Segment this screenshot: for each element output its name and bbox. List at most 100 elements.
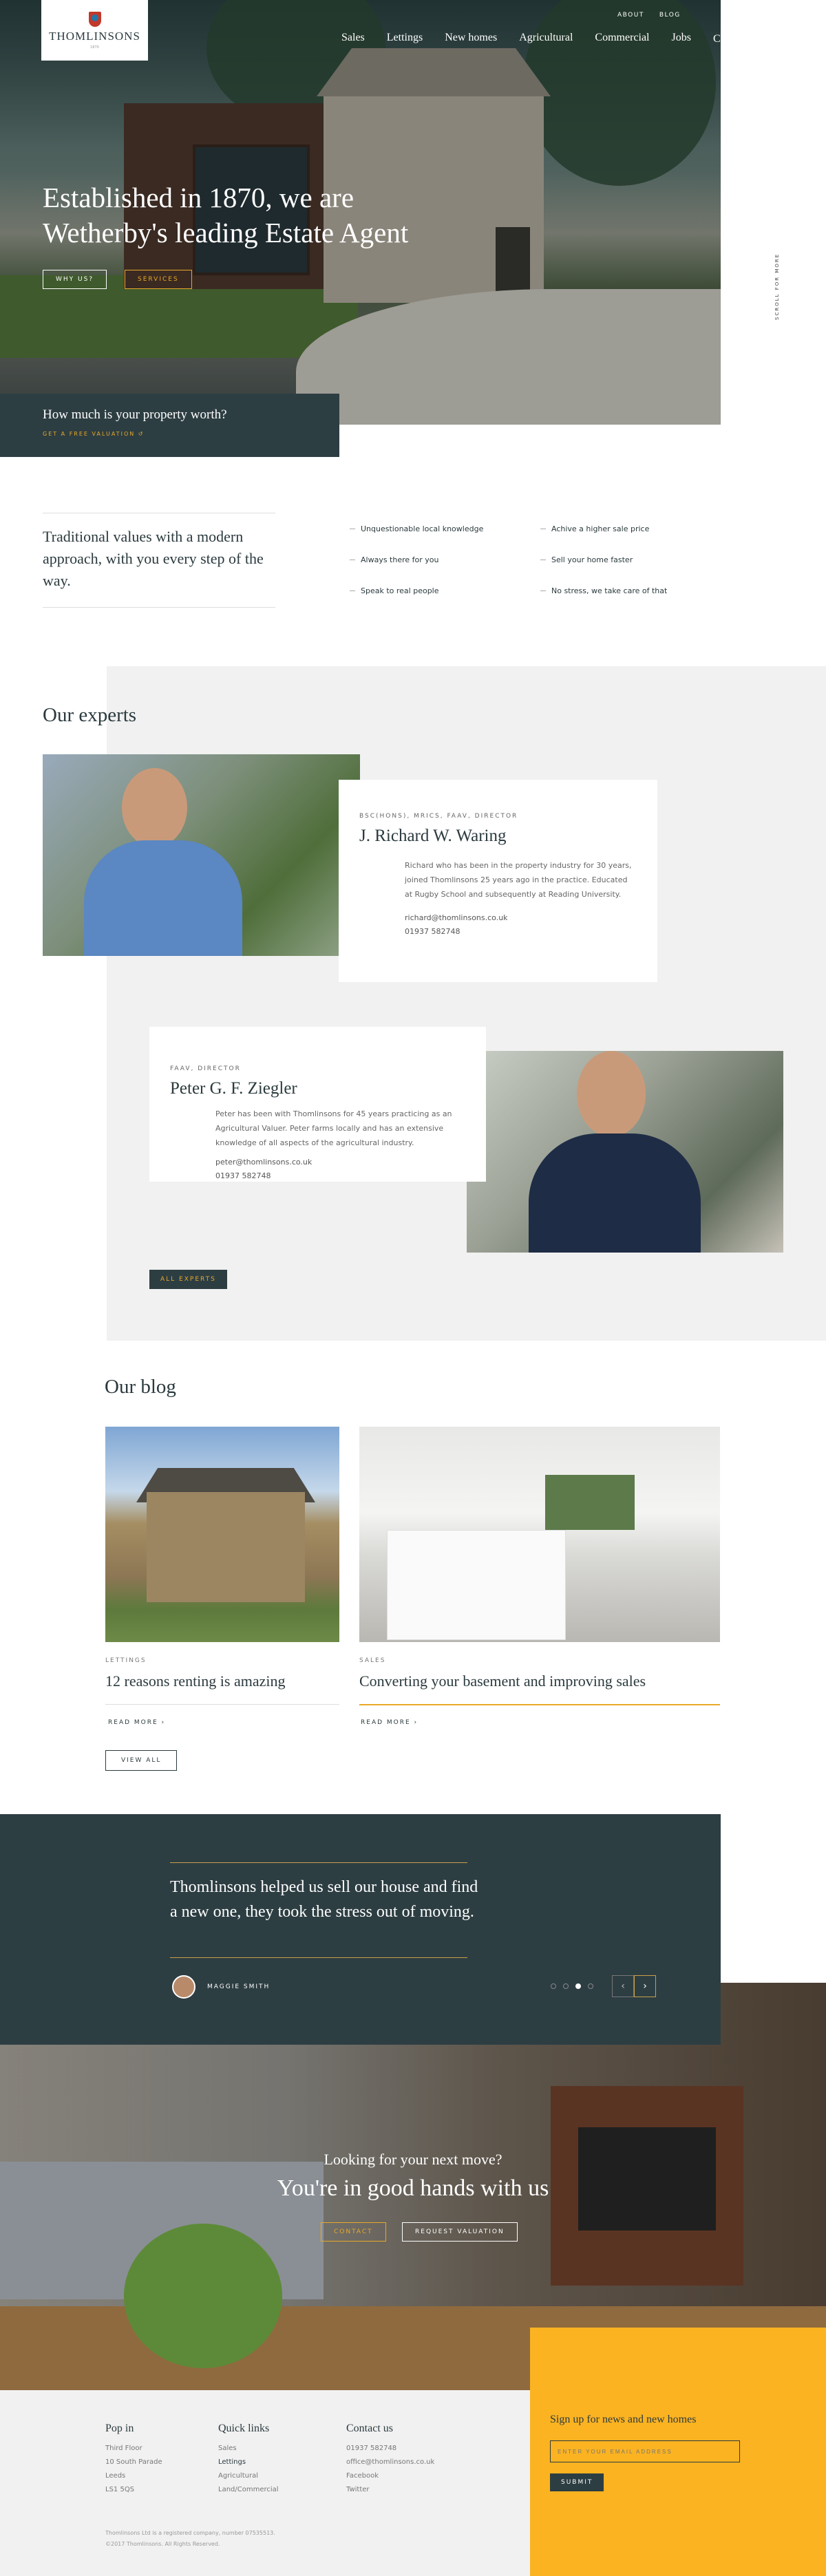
carousel-dot-active[interactable] — [575, 1983, 581, 1989]
expert-photo-richard — [43, 754, 360, 956]
testimonial-quote: Thomlinsons helped us sell our house and… — [170, 1878, 478, 1921]
prev-arrow-icon[interactable]: ‹ — [612, 1975, 634, 1997]
expert-card-richard: BSC(HONS), MRICS, FAAV, DIRECTOR J. Rich… — [339, 780, 657, 982]
expert-face — [122, 768, 187, 847]
footer-link-lettings[interactable]: Lettings — [218, 2456, 279, 2469]
nav-commercial[interactable]: Commercial — [595, 32, 649, 45]
blog-title: Our blog — [105, 1376, 176, 1398]
expert-shirt — [84, 840, 242, 956]
kitchen-window — [545, 1475, 635, 1530]
testimonial-author: MAGGIE SMITH — [207, 1983, 271, 1990]
address: Third Floor 10 South Parade Leeds LS1 5Q… — [105, 2442, 162, 2497]
expert-phone[interactable]: 01937 582748 — [215, 1169, 465, 1183]
footer-phone[interactable]: 01937 582748 — [346, 2442, 434, 2456]
nav-lettings[interactable]: Lettings — [387, 32, 423, 45]
divider — [170, 1957, 467, 1958]
free-valuation-link[interactable]: GET A FREE VALUATION ↺ — [43, 431, 339, 437]
top-nav: ABOUT BLOG — [617, 12, 681, 19]
carousel-dots — [551, 1983, 593, 1989]
footer-contact: Contact us 01937 582748 office@thomlinso… — [346, 2423, 434, 2497]
read-more-link[interactable]: READ MORE › — [361, 1719, 418, 1726]
kitchen-island — [387, 1530, 566, 1640]
testimonial-section — [0, 1814, 721, 2045]
carousel-arrows: ‹ › — [612, 1975, 656, 1997]
expert-name: J. Richard W. Waring — [359, 827, 507, 845]
footer-link-commercial[interactable]: Land/Commercial — [218, 2483, 279, 2497]
read-more-link[interactable]: READ MORE › — [108, 1719, 165, 1726]
footer-email[interactable]: office@thomlinsons.co.uk — [346, 2456, 434, 2469]
footer-link-sales[interactable]: Sales — [218, 2442, 279, 2456]
values-statement: Traditional values with a modern approac… — [43, 528, 264, 589]
expert-role: BSC(HONS), MRICS, FAAV, DIRECTOR — [359, 813, 518, 820]
nav-contact[interactable]: Contact ▿ — [713, 32, 756, 45]
carousel-dot[interactable] — [588, 1983, 593, 1989]
feature-item: Sell your home faster — [540, 555, 633, 564]
view-all-button[interactable]: VIEW ALL — [105, 1750, 178, 1771]
hero-driveway — [296, 289, 721, 425]
twitter-link[interactable]: Twitter — [346, 2483, 434, 2497]
nav-jobs[interactable]: Jobs — [672, 32, 691, 45]
nav-blog[interactable]: BLOG — [659, 12, 681, 19]
expert-email[interactable]: peter@thomlinsons.co.uk — [215, 1156, 465, 1169]
blog-category: SALES — [359, 1657, 386, 1664]
address-line: 10 South Parade — [105, 2458, 162, 2466]
newsletter-email-input[interactable] — [550, 2440, 740, 2462]
brand-name: THOMLINSONS — [49, 29, 140, 43]
expert-suit — [529, 1133, 701, 1253]
feature-item: Always there for you — [350, 555, 439, 564]
nav-new-homes[interactable]: New homes — [445, 32, 497, 45]
brand-logo[interactable]: THOMLINSONS 1870 — [41, 0, 148, 61]
blog-post-title[interactable]: Converting your basement and improving s… — [359, 1672, 646, 1690]
all-experts-button[interactable]: ALL EXPERTS — [149, 1270, 227, 1289]
footer-quick-links: Quick links Sales Lettings Agricultural … — [218, 2423, 279, 2497]
feature-item: Unquestionable local knowledge — [350, 524, 483, 533]
facebook-link[interactable]: Facebook — [346, 2469, 434, 2483]
expert-email[interactable]: richard@thomlinsons.co.uk — [405, 911, 637, 925]
footer-heading: Contact us — [346, 2423, 393, 2434]
footer-heading: Quick links — [218, 2423, 270, 2434]
values-statement-box: Traditional values with a modern approac… — [43, 513, 275, 608]
nav-agricultural[interactable]: Agricultural — [519, 32, 573, 45]
newsletter-submit-button[interactable]: SUBMIT — [550, 2473, 604, 2491]
divider-active — [359, 1704, 720, 1705]
services-button[interactable]: SERVICES — [125, 270, 192, 289]
footer-link-agricultural[interactable]: Agricultural — [218, 2469, 279, 2483]
feature-item: Achive a higher sale price — [540, 524, 649, 533]
valuation-banner: How much is your property worth? GET A F… — [0, 394, 339, 457]
cta-title: You're in good hands with us — [277, 2175, 549, 2201]
expert-contact: peter@thomlinsons.co.uk 01937 582748 — [215, 1156, 465, 1183]
expert-photo-peter — [467, 1051, 783, 1253]
expert-phone[interactable]: 01937 582748 — [405, 925, 637, 939]
house-body — [147, 1492, 305, 1602]
blog-image-house[interactable] — [105, 1427, 339, 1642]
hero-title: Established in 1870, we are Wetherby's l… — [43, 182, 409, 248]
scroll-for-more[interactable]: SCROLL FOR MORE — [774, 253, 780, 320]
nav-about[interactable]: ABOUT — [617, 12, 644, 19]
brand-est: 1870 — [90, 45, 99, 50]
cta-subtitle: Looking for your next move? — [324, 2151, 502, 2168]
hero-tree — [523, 0, 716, 186]
expert-role: FAAV, DIRECTOR — [170, 1065, 241, 1072]
valuation-question: How much is your property worth? — [43, 407, 227, 422]
house-roof — [317, 48, 551, 96]
feature-item: Speak to real people — [350, 586, 439, 595]
footer-heading: Pop in — [105, 2423, 134, 2434]
nav-sales[interactable]: Sales — [341, 32, 365, 45]
experts-title: Our experts — [43, 704, 137, 726]
divider — [170, 1862, 467, 1863]
contact-button[interactable]: CONTACT — [321, 2222, 386, 2242]
why-us-button[interactable]: WHY US? — [43, 270, 107, 289]
blog-image-kitchen[interactable] — [359, 1427, 720, 1642]
main-nav: Sales Lettings New homes Agricultural Co… — [341, 32, 756, 45]
next-arrow-icon[interactable]: › — [634, 1975, 656, 1997]
expert-contact: richard@thomlinsons.co.uk 01937 582748 — [405, 911, 637, 939]
newsletter-title: Sign up for news and new homes — [550, 2414, 697, 2425]
expert-face — [577, 1051, 646, 1137]
legal-line: ©2017 Thomlinsons. All Rights Reserved. — [105, 2541, 220, 2547]
request-valuation-button[interactable]: REQUEST VALUATION — [402, 2222, 518, 2242]
plant — [124, 2224, 282, 2368]
blog-post-title[interactable]: 12 reasons renting is amazing — [105, 1672, 286, 1690]
carousel-dot[interactable] — [551, 1983, 556, 1989]
expert-name: Peter G. F. Ziegler — [170, 1079, 297, 1098]
carousel-dot[interactable] — [563, 1983, 569, 1989]
